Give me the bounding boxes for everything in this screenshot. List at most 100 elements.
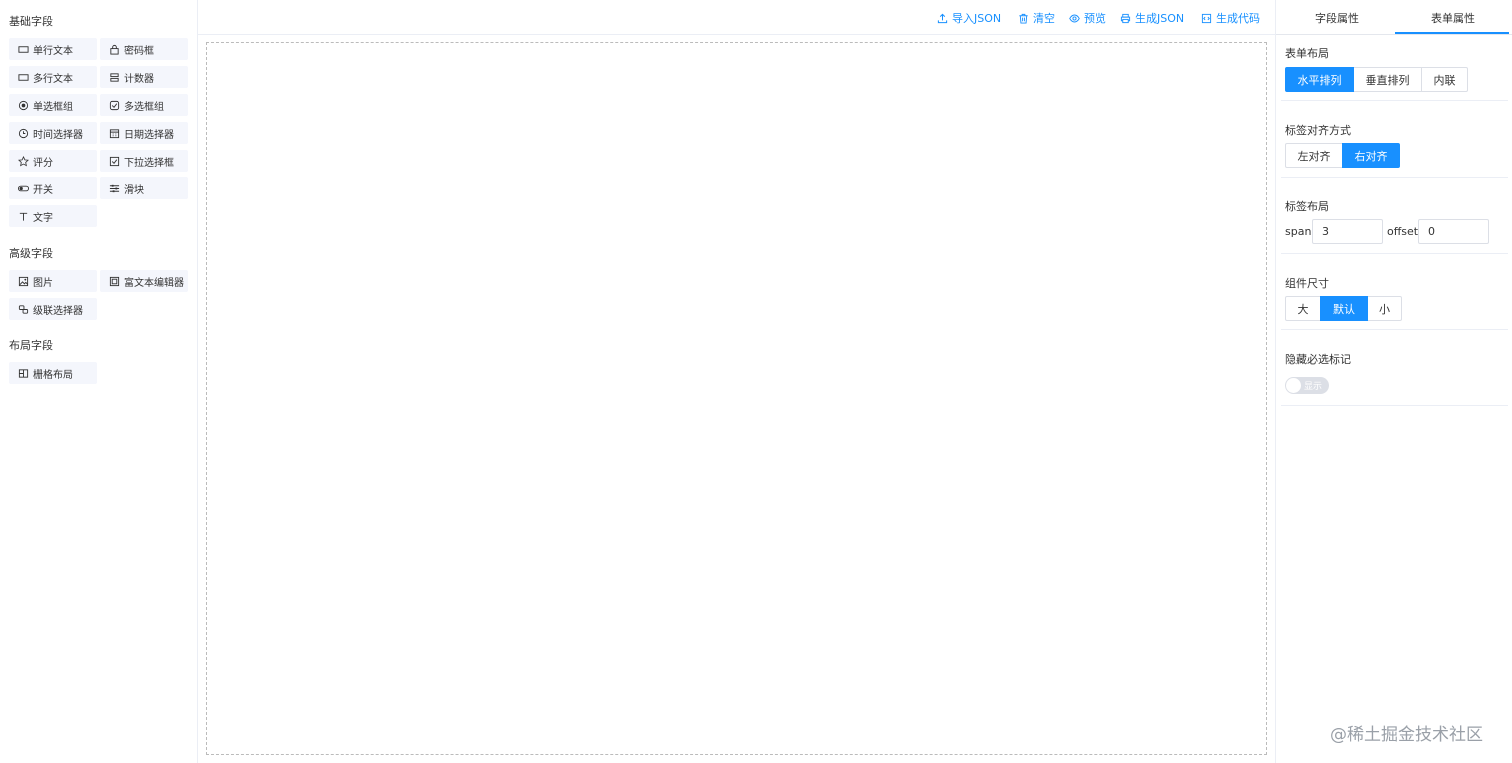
divider	[1281, 405, 1508, 406]
textarea-icon	[17, 71, 29, 83]
hide-required-switch[interactable]: 显示	[1285, 377, 1329, 394]
comp-label: 栅格布局	[33, 369, 73, 381]
text-icon	[17, 210, 29, 222]
divider	[1281, 177, 1508, 178]
generate-json-button[interactable]: 生成JSON	[1120, 11, 1184, 25]
comp-label: 时间选择器	[33, 129, 83, 141]
comp-image[interactable]: 图片	[9, 270, 97, 292]
comp-password[interactable]: 密码框	[100, 38, 188, 60]
comp-label: 多行文本	[33, 73, 73, 85]
size-radio-group: 大 默认 小	[1285, 296, 1402, 321]
comp-label: 单选框组	[33, 101, 73, 113]
divider	[1281, 100, 1508, 101]
span-input[interactable]: 3	[1312, 219, 1383, 244]
comp-checkbox-group[interactable]: 多选框组	[100, 94, 188, 116]
slider-icon	[108, 182, 120, 194]
label-layout-label: 标签布局	[1285, 200, 1329, 213]
form-layout-inline-button[interactable]: 内联	[1421, 67, 1468, 92]
comp-label: 图片	[33, 277, 53, 289]
printer-icon	[1120, 13, 1131, 23]
comp-label: 下拉选择框	[124, 157, 174, 169]
properties-panel: 字段属性 表单属性 表单布局 水平排列 垂直排列 内联 标签对齐方式 左对齐 右…	[1275, 0, 1512, 763]
properties-tabs: 字段属性 表单属性	[1276, 0, 1512, 35]
eye-icon	[1069, 14, 1080, 22]
comp-label: 单行文本	[33, 45, 73, 57]
comp-time-picker[interactable]: 时间选择器	[9, 122, 97, 144]
comp-date-picker[interactable]: 日期选择器	[100, 122, 188, 144]
size-default-button[interactable]: 默认	[1320, 296, 1368, 321]
divider	[1281, 253, 1508, 254]
form-canvas-dropzone[interactable]	[206, 42, 1267, 755]
grid-icon	[17, 367, 29, 379]
cascader-icon	[17, 303, 29, 315]
comp-label: 日期选择器	[124, 129, 174, 141]
switch-knob	[1286, 378, 1301, 393]
form-designer-app: 基础字段 单行文本 密码框 多行文本 计数器 单选框组 多选框组 时间选择器 日…	[0, 0, 1512, 763]
comp-label: 多选框组	[124, 101, 164, 113]
form-layout-horizontal-button[interactable]: 水平排列	[1285, 67, 1354, 92]
component-panel: 基础字段 单行文本 密码框 多行文本 计数器 单选框组 多选框组 时间选择器 日…	[0, 0, 198, 763]
import-json-label: 导入JSON	[952, 12, 1002, 25]
watermark: @稀土掘金技术社区	[1330, 725, 1483, 745]
comp-rich-editor[interactable]: 富文本编辑器	[100, 270, 188, 292]
code-icon	[1201, 13, 1212, 23]
clear-label: 清空	[1033, 12, 1055, 25]
offset-label: offset	[1387, 225, 1419, 238]
label-align-right-button[interactable]: 右对齐	[1342, 143, 1400, 168]
active-tab-indicator	[1395, 32, 1509, 34]
counter-icon	[108, 71, 120, 83]
design-area: 导入JSON 清空 预览 生成JSON 生成代码	[198, 0, 1275, 763]
comp-single-line-text[interactable]: 单行文本	[9, 38, 97, 60]
comp-label: 密码框	[124, 45, 154, 57]
generate-json-label: 生成JSON	[1135, 12, 1185, 25]
comp-select[interactable]: 下拉选择框	[100, 150, 188, 172]
form-layout-radio-group: 水平排列 垂直排列 内联	[1285, 67, 1468, 92]
comp-label: 富文本编辑器	[124, 277, 184, 289]
clock-icon	[17, 127, 29, 139]
trash-icon	[1019, 13, 1028, 24]
offset-input[interactable]: 0	[1418, 219, 1489, 244]
divider	[1281, 329, 1508, 330]
comp-counter[interactable]: 计数器	[100, 66, 188, 88]
comp-text[interactable]: 文字	[9, 205, 97, 227]
size-small-button[interactable]: 小	[1367, 296, 1402, 321]
comp-slider[interactable]: 滑块	[100, 177, 188, 199]
comp-switch[interactable]: 开关	[9, 177, 97, 199]
hide-required-label: 隐藏必选标记	[1285, 353, 1351, 366]
tab-form-properties[interactable]: 表单属性	[1395, 0, 1511, 35]
size-label: 组件尺寸	[1285, 277, 1329, 290]
preview-label: 预览	[1084, 12, 1106, 25]
span-label: span	[1285, 225, 1312, 238]
image-icon	[17, 275, 29, 287]
switch-icon	[17, 182, 29, 194]
toolbar: 导入JSON 清空 预览 生成JSON 生成代码	[198, 0, 1275, 35]
comp-label: 级联选择器	[33, 305, 83, 317]
star-icon	[17, 155, 29, 167]
tab-field-properties[interactable]: 字段属性	[1279, 0, 1395, 35]
select-icon	[108, 155, 120, 167]
generate-code-button[interactable]: 生成代码	[1201, 11, 1260, 25]
label-align-left-button[interactable]: 左对齐	[1285, 143, 1343, 168]
comp-rate[interactable]: 评分	[9, 150, 97, 172]
label-align-label: 标签对齐方式	[1285, 124, 1351, 137]
calendar-icon	[108, 127, 120, 139]
checkbox-icon	[108, 99, 120, 111]
comp-label: 滑块	[124, 184, 144, 196]
label-align-radio-group: 左对齐 右对齐	[1285, 143, 1400, 168]
comp-label: 评分	[33, 157, 53, 169]
comp-radio-group[interactable]: 单选框组	[9, 94, 97, 116]
size-large-button[interactable]: 大	[1285, 296, 1321, 321]
clear-button[interactable]: 清空	[1018, 11, 1055, 25]
comp-multi-line-text[interactable]: 多行文本	[9, 66, 97, 88]
generate-code-label: 生成代码	[1216, 12, 1260, 25]
preview-button[interactable]: 预览	[1069, 11, 1106, 25]
form-layout-vertical-button[interactable]: 垂直排列	[1353, 67, 1422, 92]
comp-cascader[interactable]: 级联选择器	[9, 298, 97, 320]
import-json-button[interactable]: 导入JSON	[937, 11, 1001, 25]
comp-label: 开关	[33, 184, 53, 196]
basic-fields-title: 基础字段	[9, 15, 53, 28]
editor-icon	[108, 275, 120, 287]
lock-icon	[108, 43, 120, 55]
comp-grid-layout[interactable]: 栅格布局	[9, 362, 97, 384]
advanced-fields-title: 高级字段	[9, 247, 53, 260]
